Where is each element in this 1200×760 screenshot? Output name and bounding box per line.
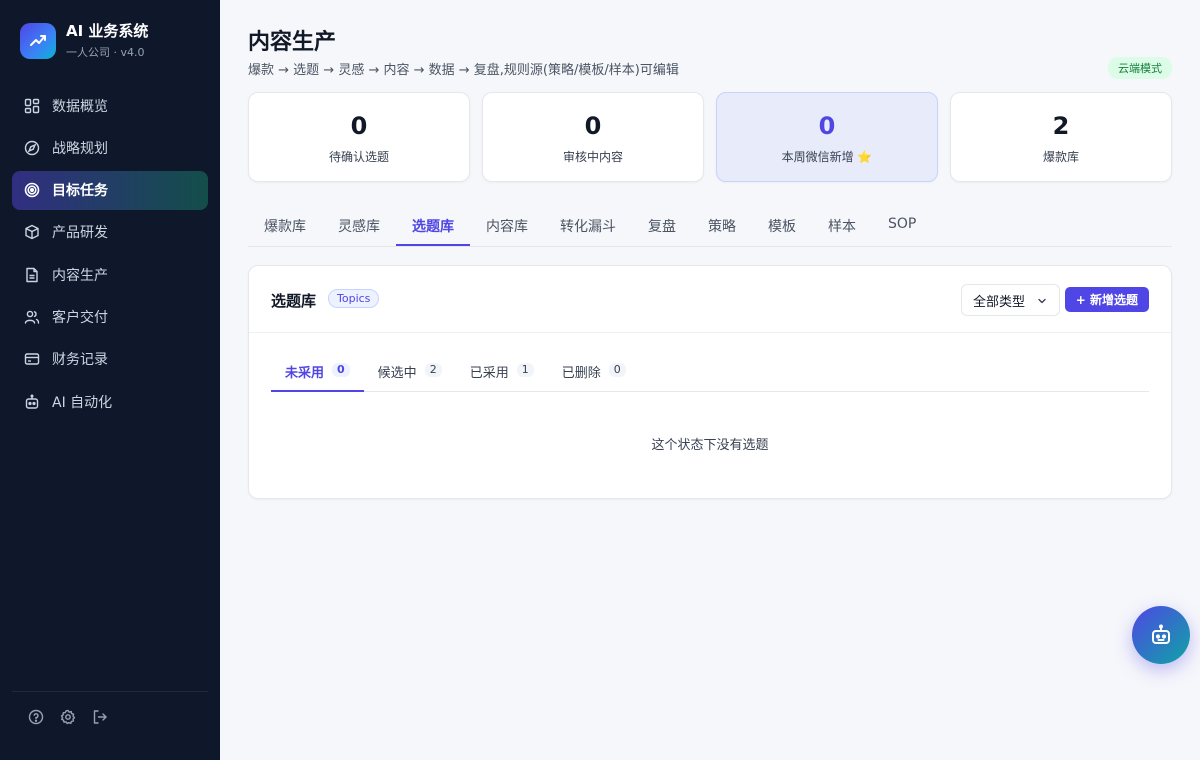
stat-value: 2: [1052, 112, 1070, 140]
chevron-down-icon: [1038, 298, 1046, 304]
stat-card-reviewing-content[interactable]: 0 审核中内容: [482, 92, 704, 182]
page-title: 内容生产: [248, 30, 337, 55]
stats-row: 0 待确认选题 0 审核中内容 0 本周微信新增 ⭐ 2 爆款库: [248, 92, 1172, 182]
empty-state-text: 这个状态下没有选题: [651, 438, 769, 453]
stat-card-wechat-new[interactable]: 0 本周微信新增 ⭐: [716, 92, 938, 182]
breadcrumb: 爆款 → 选题 → 灵感 → 内容 → 数据 → 复盘,规则源(策略/模板/样本…: [248, 63, 679, 78]
tab-viral[interactable]: 爆款库: [248, 206, 322, 246]
sidebar-item-label: 产品研发: [52, 225, 108, 242]
trend-chart-icon: [20, 23, 56, 59]
sidebar: AI 业务系统 一人公司 · v4.0 数据概览 战略规划 目标任务 产品研发 …: [0, 0, 220, 760]
card-header: 选题库 Topics 全部类型 + 新增选题: [249, 266, 1171, 333]
app-subtitle: 一人公司 · v4.0: [66, 46, 145, 59]
robot-icon: [25, 394, 39, 409]
subtab-label: 已采用: [469, 366, 509, 381]
count-badge: 2: [424, 363, 442, 377]
app-title: AI 业务系统: [66, 22, 149, 40]
sidebar-item-label: 内容生产: [52, 267, 108, 284]
compass-icon: [24, 140, 40, 155]
stat-label: 审核中内容: [562, 150, 623, 164]
add-topic-button[interactable]: + 新增选题: [1064, 287, 1149, 312]
brand[interactable]: AI 业务系统 一人公司 · v4.0: [20, 22, 148, 60]
sidebar-item-label: 目标任务: [52, 183, 108, 200]
sidebar-item-dashboard[interactable]: 数据概览: [12, 86, 208, 125]
subtab-label: 候选中: [377, 366, 417, 381]
stat-value: 0: [818, 112, 836, 140]
status-subtabs: 未采用 0 候选中 2 已采用 1 已删除 0: [271, 362, 1149, 392]
sidebar-item-product[interactable]: 产品研发: [12, 213, 208, 252]
stat-label: 待确认选题: [328, 150, 389, 164]
box-icon: [25, 225, 39, 240]
stat-label: 本周微信新增 ⭐: [781, 150, 873, 164]
sidebar-item-finance[interactable]: 财务记录: [12, 340, 208, 379]
card-tag: Topics: [328, 289, 380, 308]
count-badge: 0: [332, 363, 350, 377]
content-tabs: 爆款库 灵感库 选题库 内容库 转化漏斗 复盘 策略 模板 样本 SOP: [248, 206, 1172, 247]
tab-strategy[interactable]: 策略: [692, 206, 752, 246]
sidebar-divider: [12, 691, 208, 692]
subtab-label: 未采用: [285, 366, 325, 381]
sidebar-item-ai-automation[interactable]: AI 自动化: [12, 382, 208, 421]
sidebar-item-label: 数据概览: [52, 98, 108, 115]
tab-samples[interactable]: 样本: [812, 206, 872, 246]
ai-assistant-button[interactable]: [1132, 606, 1190, 664]
tab-review[interactable]: 复盘: [632, 206, 692, 246]
sidebar-item-strategy[interactable]: 战略规划: [12, 128, 208, 167]
tab-inspiration[interactable]: 灵感库: [322, 206, 396, 246]
tab-sop[interactable]: SOP: [872, 206, 932, 246]
tab-topics[interactable]: 选题库: [396, 206, 470, 246]
tab-templates[interactable]: 模板: [752, 206, 812, 246]
subtab-adopted[interactable]: 已采用 1: [456, 362, 548, 392]
stat-label: 爆款库: [1042, 150, 1079, 164]
stat-value: 0: [584, 112, 602, 140]
logout-icon[interactable]: [91, 708, 109, 726]
sidebar-nav: 数据概览 战略规划 目标任务 产品研发 内容生产 客户交付 财务记录 AI 自动…: [12, 86, 208, 424]
document-icon: [26, 267, 38, 282]
cloud-mode-badge: 云端模式: [1108, 57, 1172, 79]
credit-card-icon: [24, 353, 40, 365]
card-title: 选题库: [271, 292, 317, 310]
sidebar-item-content[interactable]: 内容生产: [12, 255, 208, 294]
tab-funnel[interactable]: 转化漏斗: [544, 206, 632, 246]
sidebar-item-label: 财务记录: [52, 352, 108, 369]
help-icon[interactable]: [27, 708, 45, 726]
stat-card-pending-topics[interactable]: 0 待确认选题: [248, 92, 470, 182]
sidebar-footer: [27, 708, 123, 726]
count-badge: 0: [608, 363, 626, 377]
subtab-label: 已删除: [561, 366, 601, 381]
users-icon: [24, 310, 40, 324]
stat-value: 0: [350, 112, 368, 140]
tab-content[interactable]: 内容库: [470, 206, 544, 246]
robot-icon: [1152, 624, 1170, 644]
count-badge: 1: [516, 363, 534, 377]
sidebar-item-label: 客户交付: [52, 309, 108, 326]
target-icon: [24, 182, 40, 198]
topics-card: 选题库 Topics 全部类型 + 新增选题 未采用 0 候选中 2 已采用 1: [248, 265, 1172, 499]
sidebar-item-goals[interactable]: 目标任务: [12, 170, 208, 210]
subtab-unused[interactable]: 未采用 0: [271, 362, 364, 392]
subtab-candidate[interactable]: 候选中 2: [364, 362, 456, 392]
stat-card-viral-library[interactable]: 2 爆款库: [950, 92, 1172, 182]
subtab-deleted[interactable]: 已删除 0: [548, 362, 640, 392]
type-filter-value: 全部类型: [973, 294, 1026, 310]
sidebar-item-label: 战略规划: [52, 140, 108, 157]
sidebar-item-delivery[interactable]: 客户交付: [12, 297, 208, 336]
dashboard-icon: [24, 98, 40, 113]
sidebar-item-label: AI 自动化: [52, 394, 113, 411]
gear-icon[interactable]: [59, 708, 77, 726]
type-filter-select[interactable]: 全部类型: [961, 284, 1060, 316]
